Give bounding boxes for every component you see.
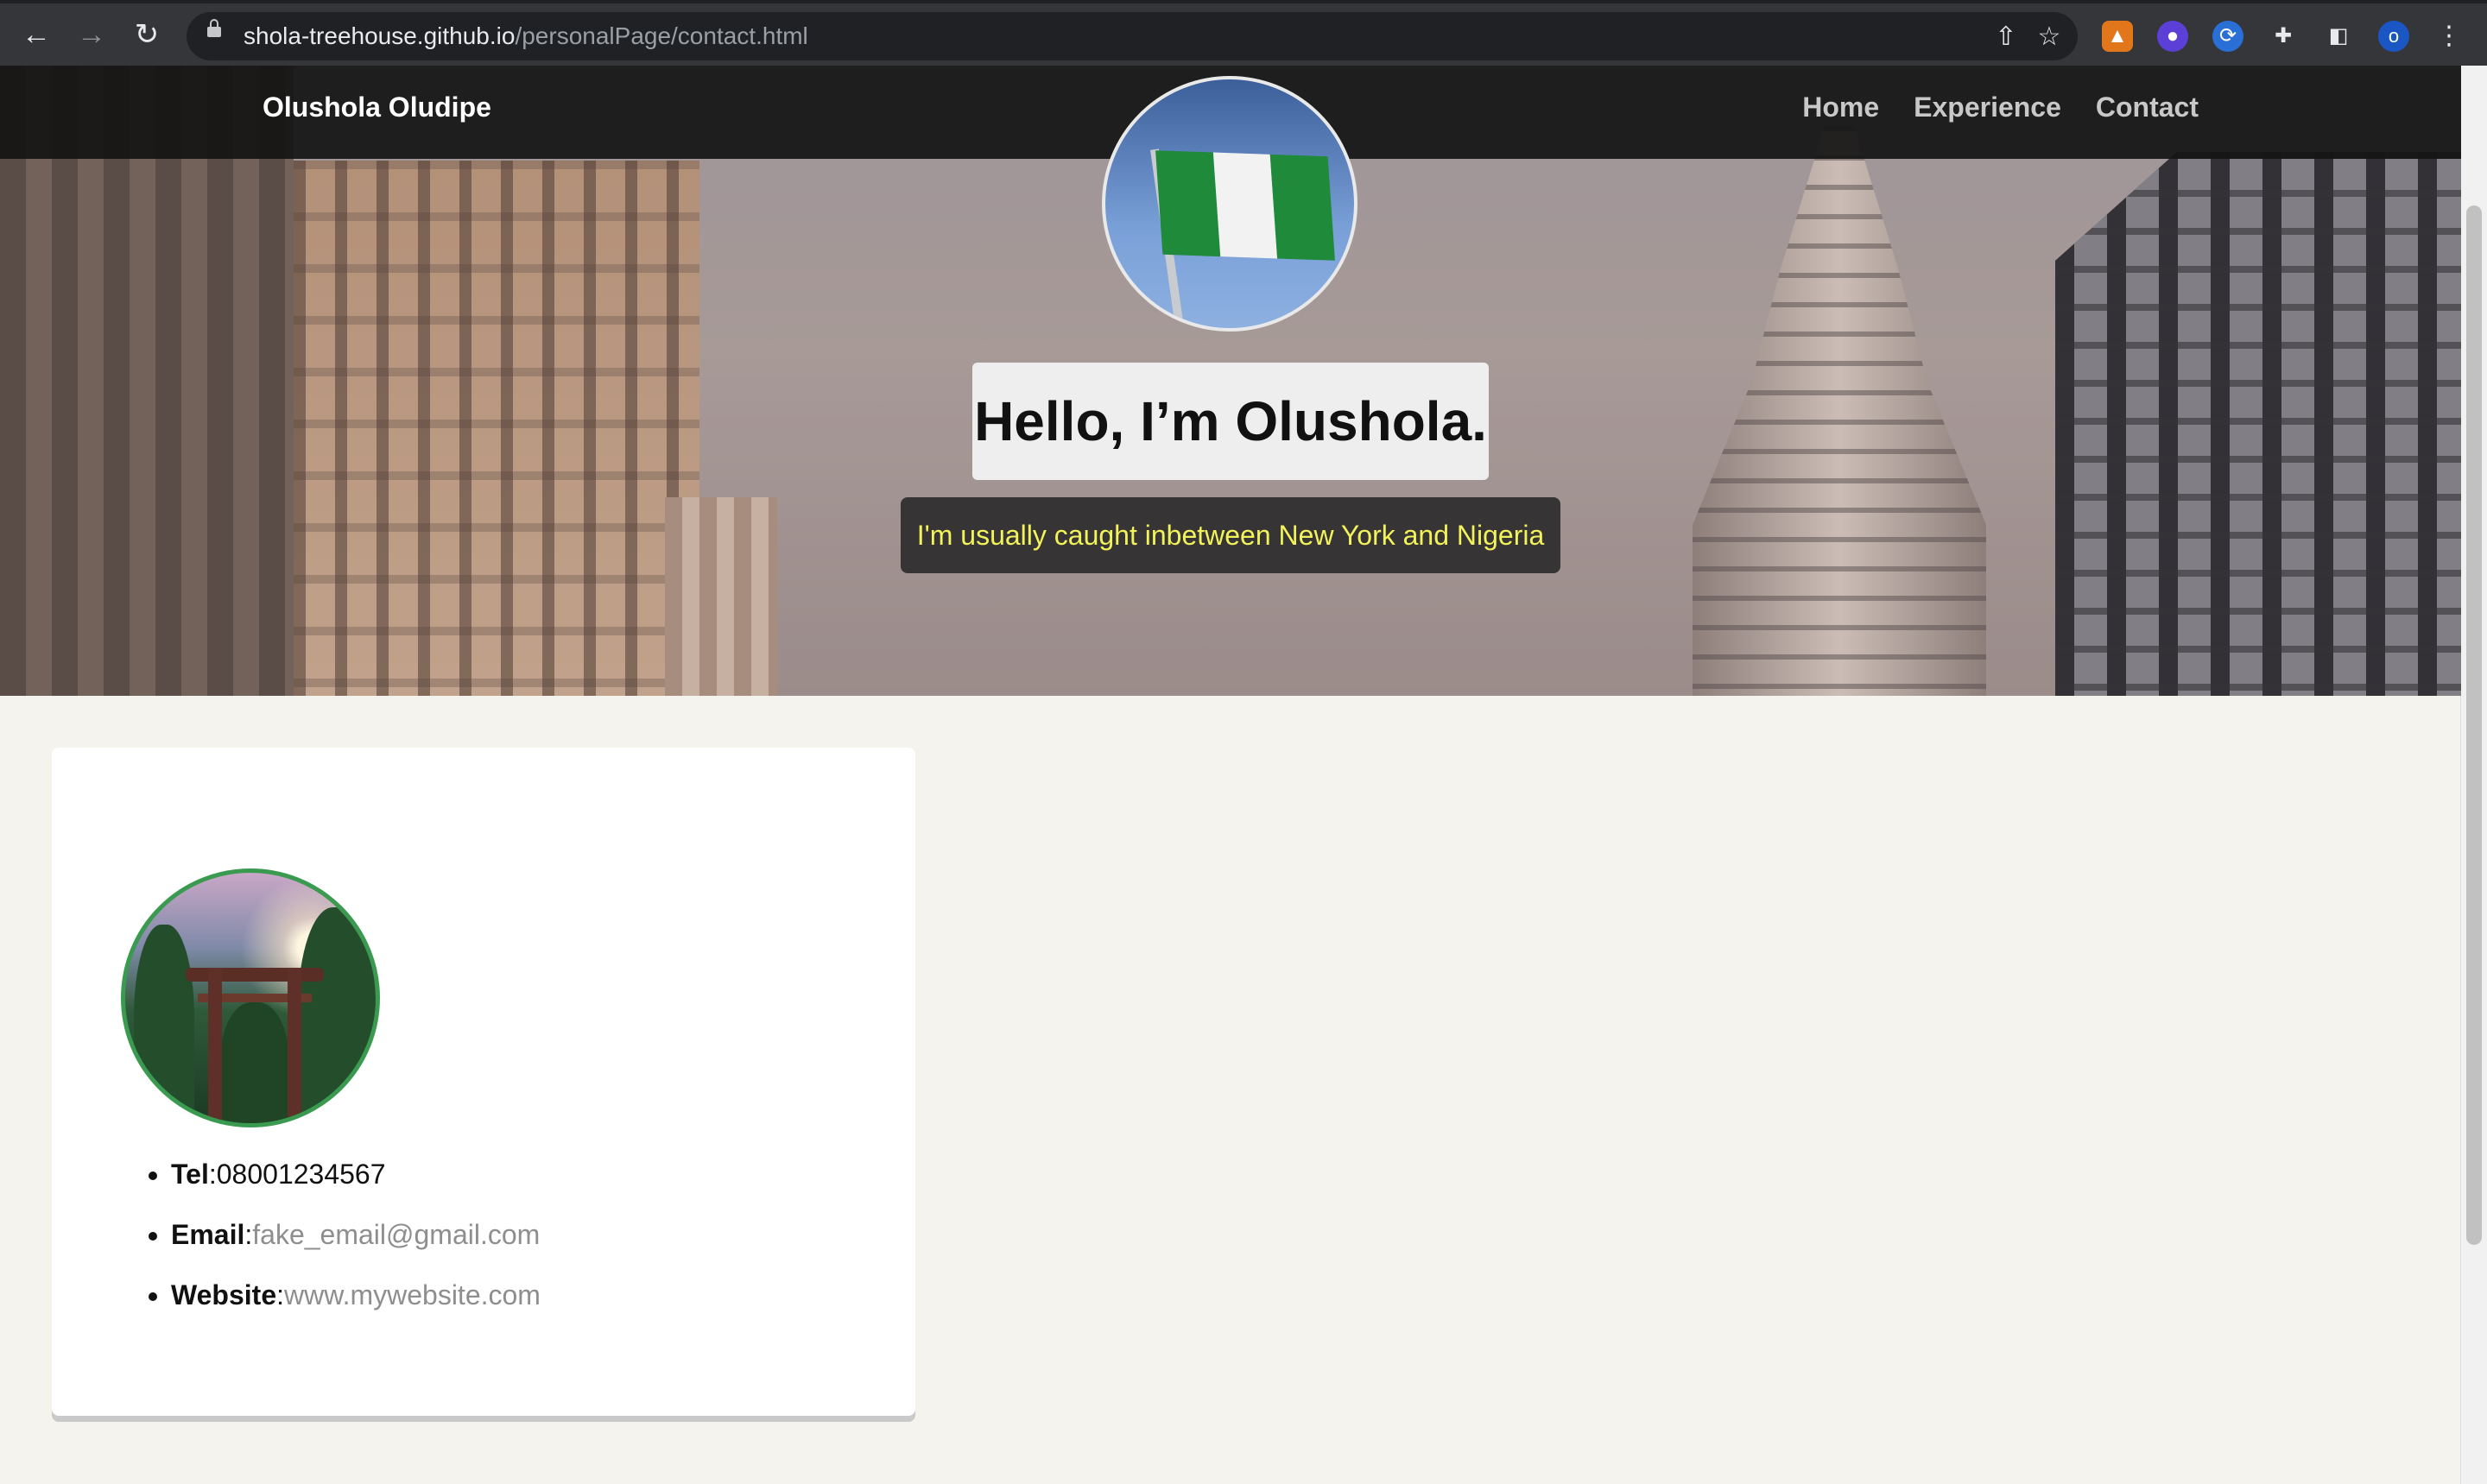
nav-link-home[interactable]: Home <box>1802 90 1879 124</box>
browser-toolbar: ← → ↻ shola-treehouse.github.io/personal… <box>0 0 2487 66</box>
hero-subtitle-box: I'm usually caught inbetween New York an… <box>901 497 1560 573</box>
puzzle-icon[interactable]: ✚ <box>2268 21 2299 52</box>
url-path: /personalPage/contact.html <box>515 22 808 49</box>
nav-links: Home Experience Contact <box>1802 90 2199 124</box>
contact-label: Email <box>171 1219 245 1250</box>
nigeria-flag-icon <box>1155 150 1335 261</box>
back-icon[interactable]: ← <box>17 16 55 54</box>
tree-shape <box>134 925 194 1123</box>
contact-separator: : <box>276 1279 284 1310</box>
extension-ghost-icon[interactable]: ● <box>2157 21 2188 52</box>
nav-link-experience[interactable]: Experience <box>1914 90 2061 124</box>
contact-website-link[interactable]: www.mywebsite.com <box>284 1279 541 1310</box>
contact-list: Tel:08001234567 Email:fake_email@gmail.c… <box>130 1157 541 1338</box>
reload-icon[interactable]: ↻ <box>128 16 166 54</box>
tree-shape <box>220 1002 289 1123</box>
extension-sync-icon[interactable]: ⟳ <box>2212 21 2243 52</box>
nav-link-contact[interactable]: Contact <box>2096 90 2199 124</box>
contact-item-tel: Tel:08001234567 <box>171 1157 541 1191</box>
contact-email-link[interactable]: fake_email@gmail.com <box>252 1219 540 1250</box>
contact-label: Tel <box>171 1159 209 1190</box>
contact-separator: : <box>244 1219 253 1250</box>
forward-icon[interactable]: → <box>73 16 111 54</box>
address-bar[interactable]: shola-treehouse.github.io/personalPage/c… <box>187 12 2078 60</box>
scrollbar-thumb[interactable] <box>2466 205 2482 1245</box>
contact-tel-value[interactable]: 08001234567 <box>217 1159 386 1190</box>
hero-title-box: Hello, I’m Olushola. <box>972 363 1489 480</box>
url-text[interactable]: shola-treehouse.github.io/personalPage/c… <box>244 22 808 50</box>
hero-subtitle: I'm usually caught inbetween New York an… <box>916 520 1545 551</box>
tree-shape <box>298 907 376 1123</box>
menu-icon[interactable]: ⋮ <box>2433 21 2465 52</box>
contact-item-website: Website:www.mywebsite.com <box>171 1278 541 1312</box>
star-icon[interactable]: ☆ <box>2036 24 2062 50</box>
lock-icon[interactable] <box>207 19 221 37</box>
profile-avatar[interactable]: o <box>2378 21 2409 52</box>
torii-gate-pillar <box>208 968 222 1123</box>
contact-card: Tel:08001234567 Email:fake_email@gmail.c… <box>52 748 915 1416</box>
contact-item-email: Email:fake_email@gmail.com <box>171 1217 541 1252</box>
scrollbar[interactable] <box>2460 66 2487 1484</box>
contact-avatar <box>121 868 380 1127</box>
profile-photo-flag <box>1102 76 1357 332</box>
page-content: Hello, I’m Olushola. I'm usually caught … <box>0 66 2461 1484</box>
site-brand[interactable]: Olushola Oludipe <box>263 90 491 124</box>
torii-gate-pillar <box>288 968 301 1123</box>
contact-label: Website <box>171 1279 277 1310</box>
url-host: shola-treehouse.github.io <box>244 22 516 49</box>
hero-title: Hello, I’m Olushola. <box>974 390 1487 452</box>
share-icon[interactable]: ⇧ <box>1993 24 2019 50</box>
metamask-icon[interactable]: ▲ <box>2102 21 2133 52</box>
sidepanel-icon[interactable]: ◧ <box>2323 21 2354 52</box>
torii-gate <box>186 968 324 982</box>
contact-separator: : <box>208 1159 217 1190</box>
